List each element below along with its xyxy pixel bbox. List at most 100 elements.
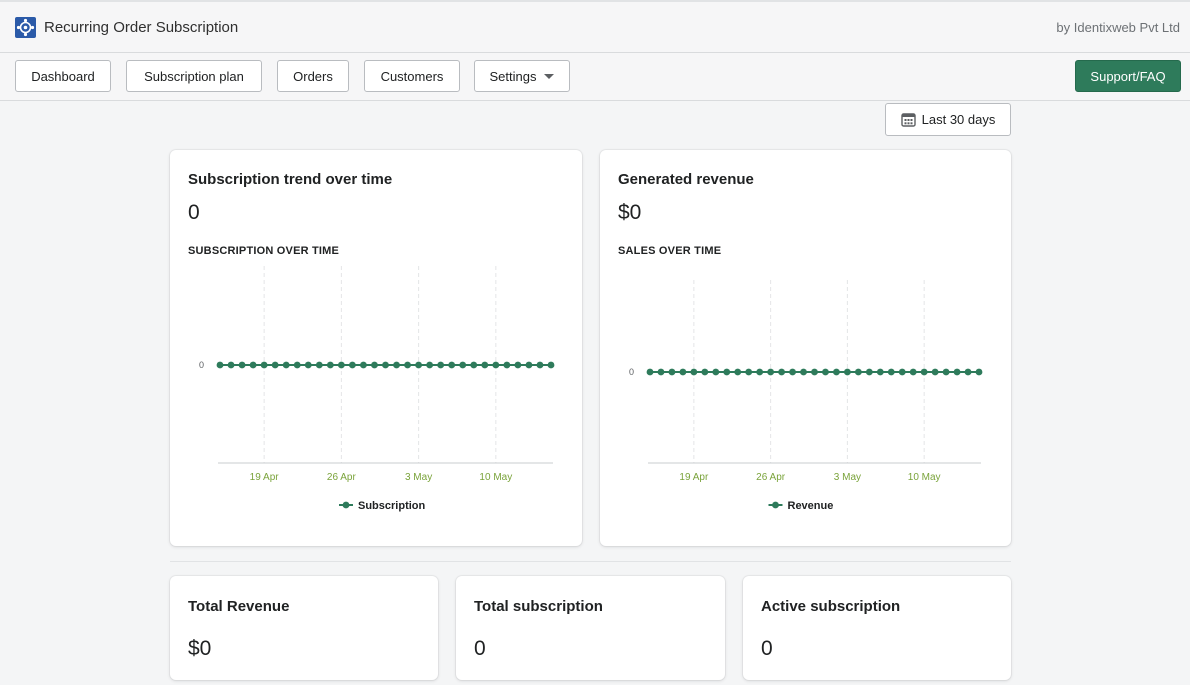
x-tick-label: 10 May (479, 472, 512, 483)
legend-marker (342, 501, 350, 509)
data-point (953, 368, 961, 376)
revenue-line-chart: 19 Apr 26 Apr 3 May 10 May 0 Revenue (629, 280, 983, 512)
data-point (304, 361, 312, 369)
x-tick-label: 19 Apr (250, 472, 280, 483)
stat-title: Active subscription (761, 598, 901, 615)
data-point (690, 368, 698, 376)
date-range-label: Last 30 days (921, 112, 996, 127)
data-point (646, 368, 654, 376)
data-point (800, 368, 807, 376)
data-point (371, 361, 378, 369)
data-point (470, 361, 478, 369)
app-header: Recurring Order Subscription by Identixw… (0, 0, 1190, 53)
date-range-button[interactable]: Last 30 days (885, 103, 1011, 136)
data-point (525, 361, 533, 369)
settings-label: Settings (489, 68, 537, 84)
support-faq-button[interactable]: Support/FAQ (1075, 60, 1181, 92)
active-subscription-card: Active subscription 0 (743, 576, 1011, 680)
data-point (920, 368, 928, 376)
data-point (865, 368, 873, 376)
x-tick-label: 26 Apr (327, 472, 357, 483)
data-point (382, 361, 389, 369)
subscription-trend-card: Subscription trend over time 0 SUBSCRIPT… (170, 150, 582, 546)
data-point (833, 368, 840, 376)
data-point (459, 361, 467, 369)
data-point (315, 361, 323, 369)
subscription-line-chart: 19 Apr 26 Apr 3 May 10 May 0 Subscription (199, 266, 555, 512)
data-point (657, 368, 665, 376)
data-point (492, 361, 500, 369)
data-point (393, 361, 400, 369)
data-point (712, 368, 720, 376)
data-point (975, 368, 983, 376)
nav-bar: Dashboard Subscription plan Orders Custo… (0, 53, 1190, 101)
data-point (326, 361, 334, 369)
data-point (238, 361, 246, 369)
data-point (448, 361, 456, 369)
y-tick-label: 0 (199, 360, 204, 370)
stat-value: $0 (188, 637, 212, 660)
x-tick-label: 3 May (834, 472, 861, 483)
data-point (964, 368, 972, 376)
data-point (767, 368, 775, 376)
data-point (503, 361, 511, 369)
data-point (282, 361, 290, 369)
data-point (811, 368, 818, 376)
data-point (887, 368, 895, 376)
stat-title: Total Revenue (188, 598, 290, 615)
data-point (404, 361, 411, 369)
stat-title: Total subscription (474, 598, 603, 615)
stat-value: 0 (474, 637, 486, 660)
data-point (822, 368, 829, 376)
data-point (931, 368, 939, 376)
data-point (481, 361, 489, 369)
data-point (360, 361, 367, 369)
caret-down-icon (544, 73, 555, 79)
stat-value: 0 (761, 637, 773, 660)
settings-dropdown-button[interactable]: Settings (474, 60, 570, 92)
data-point (547, 361, 555, 369)
app-title: Recurring Order Subscription (44, 19, 239, 36)
data-point (293, 361, 301, 369)
legend-label: Revenue (788, 500, 834, 512)
customers-button[interactable]: Customers (364, 60, 460, 92)
data-point (437, 361, 445, 369)
calendar-icon (900, 113, 916, 127)
y-tick-label: 0 (629, 367, 634, 377)
data-point (876, 368, 884, 376)
data-point (668, 368, 676, 376)
generated-revenue-card: Generated revenue $0 SALES OVER TIME 19 … (600, 150, 1011, 546)
app-logo-icon (15, 17, 36, 38)
dashboard-button[interactable]: Dashboard (15, 60, 111, 92)
legend-marker (772, 501, 779, 509)
total-subscription-card: Total subscription 0 (456, 576, 725, 680)
subscription-plan-button[interactable]: Subscription plan (126, 60, 262, 92)
data-point (909, 368, 917, 376)
data-point (216, 361, 224, 369)
section-divider (170, 561, 1011, 562)
data-point (723, 368, 731, 376)
data-point (249, 361, 257, 369)
data-point (745, 368, 753, 376)
data-point (701, 368, 709, 376)
x-tick-label: 19 Apr (679, 472, 709, 483)
data-point (844, 368, 851, 376)
vendor-label: by Identixweb Pvt Ltd (1056, 20, 1180, 35)
x-tick-label: 3 May (405, 472, 432, 483)
x-tick-label: 26 Apr (756, 472, 786, 483)
data-point (536, 361, 544, 369)
total-revenue-card: Total Revenue $0 (170, 576, 438, 680)
data-point (789, 368, 796, 376)
data-point (514, 361, 522, 369)
data-point (942, 368, 950, 376)
data-point (260, 361, 268, 369)
data-point (415, 361, 422, 369)
data-point (756, 368, 764, 376)
legend-label: Subscription (358, 500, 426, 512)
orders-button[interactable]: Orders (277, 60, 349, 92)
x-tick-label: 10 May (908, 472, 941, 483)
data-point (679, 368, 687, 376)
data-point (337, 361, 345, 369)
data-point (778, 368, 785, 376)
data-point (426, 361, 434, 369)
